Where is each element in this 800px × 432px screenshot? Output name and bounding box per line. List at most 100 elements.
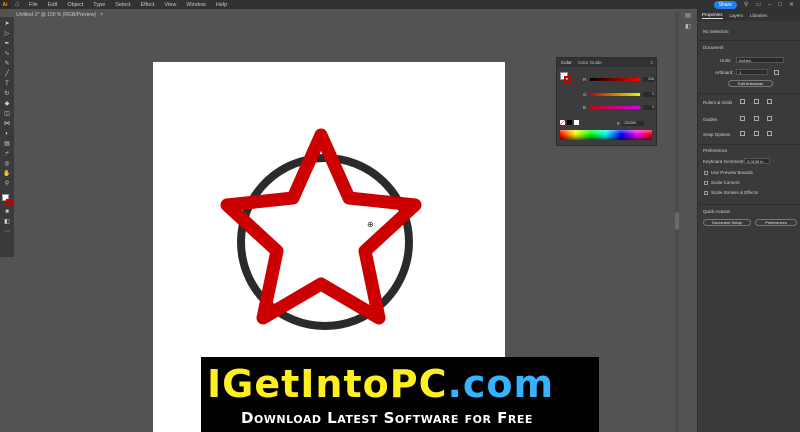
watermark-banner: IGetIntoPC.com Download Latest Software …: [201, 357, 599, 432]
more-tools-icon[interactable]: ⋯: [3, 228, 12, 236]
checkbox-box[interactable]: [704, 170, 708, 175]
snap-glyph-icon[interactable]: [767, 131, 772, 136]
menu-view[interactable]: View: [164, 2, 176, 8]
pencil-tool-icon[interactable]: ✎: [3, 60, 12, 68]
checkbox-box[interactable]: [704, 190, 708, 195]
width-tool-icon[interactable]: ⋈: [3, 120, 12, 128]
pixel-grid-icon[interactable]: [767, 99, 772, 104]
selection-tool-icon[interactable]: ➤: [3, 20, 12, 28]
zoom-tool-icon[interactable]: ⚲: [3, 180, 12, 188]
color-stroke-swatch[interactable]: [564, 76, 572, 84]
curvature-tool-icon[interactable]: ∿: [3, 50, 12, 58]
use-preview-bounds-checkbox[interactable]: Use Preview Bounds: [704, 170, 753, 175]
snap-point-icon[interactable]: [740, 131, 745, 136]
vertical-scrollbar[interactable]: [675, 12, 679, 432]
scrollbar-thumb[interactable]: [675, 212, 679, 230]
channel-b-slider[interactable]: [590, 105, 640, 109]
document-setup-button[interactable]: Document Setup: [703, 219, 751, 226]
properties-dock-icon[interactable]: ▤: [685, 12, 691, 19]
keyboard-increment-label: Keyboard Increment:: [703, 159, 745, 164]
artboard-dropdown[interactable]: 1: [736, 69, 768, 75]
hand-tool-icon[interactable]: ✋: [3, 170, 12, 178]
share-button[interactable]: Share: [713, 0, 737, 9]
artboard-options-icon[interactable]: [774, 70, 779, 75]
white-swatch[interactable]: [574, 120, 579, 125]
tab-color-guide[interactable]: Color Guide: [578, 60, 602, 65]
tab-color[interactable]: Color: [561, 60, 572, 65]
gradient-tool-icon[interactable]: ▤: [3, 140, 12, 148]
snap-pixel-icon[interactable]: [754, 131, 759, 136]
scale-tool-icon[interactable]: ◫: [3, 110, 12, 118]
brush-tool-icon[interactable]: ╱: [3, 70, 12, 78]
pen-tool-icon[interactable]: ✒: [3, 40, 12, 48]
color-spectrum[interactable]: [560, 130, 652, 140]
scale-strokes-checkbox[interactable]: Scale Strokes & Effects: [704, 190, 758, 195]
lock-guides-icon[interactable]: [754, 116, 759, 121]
edit-artboards-button[interactable]: Edit Artboards: [728, 80, 773, 87]
scale-corners-checkbox[interactable]: Scale Corners: [704, 180, 740, 185]
rotate-tool-icon[interactable]: ↻: [3, 90, 12, 98]
layers-dock-icon[interactable]: ◧: [685, 23, 691, 30]
menu-select[interactable]: Select: [115, 2, 130, 8]
channel-g-value[interactable]: 0: [643, 91, 655, 97]
grid-icon[interactable]: [754, 99, 759, 104]
smart-guides-icon[interactable]: [767, 116, 772, 121]
document-heading: Document: [703, 45, 724, 50]
units-dropdown[interactable]: Inches: [736, 57, 784, 63]
divider: [698, 93, 800, 94]
tab-layers[interactable]: Layers: [730, 13, 744, 18]
preferences-button[interactable]: Preferences: [755, 219, 797, 226]
channel-g-label: G: [583, 91, 587, 97]
no-selection-label: No Selection: [703, 29, 729, 34]
channel-r-label: R: [583, 76, 587, 82]
channel-b-value[interactable]: 0: [643, 104, 655, 110]
tab-properties[interactable]: Properties: [702, 12, 723, 19]
watermark-title: IGetIntoPC.com: [207, 363, 554, 406]
tab-libraries[interactable]: Libraries: [750, 13, 767, 18]
workspace-icon[interactable]: ▭: [755, 1, 761, 8]
home-icon[interactable]: ⌂: [10, 1, 24, 8]
draw-mode-icon[interactable]: ◧: [3, 218, 12, 226]
artboard-label: Artboard:: [715, 70, 734, 75]
maximize-icon[interactable]: □: [778, 2, 782, 8]
menu-help[interactable]: Help: [216, 2, 227, 8]
fill-stroke-swatch[interactable]: [1, 194, 13, 206]
hex-field: # CE0000: [617, 121, 644, 126]
watermark-domain: .com: [447, 362, 555, 406]
channel-g-slider[interactable]: [590, 92, 640, 96]
keyboard-increment-input[interactable]: 0.0139 in: [744, 158, 770, 164]
menu-effect[interactable]: Effect: [141, 2, 155, 8]
color-panel: Color Color Guide ≡ R 206 G 0 B 0 # CE00…: [556, 57, 657, 146]
panel-menu-icon[interactable]: ≡: [650, 60, 653, 65]
watermark-brand: IGetIntoPC: [207, 362, 448, 406]
menu-file[interactable]: File: [29, 2, 38, 8]
menu-type[interactable]: Type: [93, 2, 105, 8]
hex-input[interactable]: CE0000: [621, 121, 644, 126]
shape-builder-tool-icon[interactable]: ◐: [3, 130, 12, 138]
menu-object[interactable]: Object: [67, 2, 83, 8]
color-mode-icon[interactable]: ■: [3, 208, 12, 216]
menu-window[interactable]: Window: [186, 2, 206, 8]
watermark-tagline: Download Latest Software for Free: [241, 409, 533, 427]
checkbox-box[interactable]: [704, 180, 708, 185]
eyedropper-tool-icon[interactable]: ⌿: [3, 150, 12, 158]
direct-selection-tool-icon[interactable]: ▷: [3, 30, 12, 38]
stroke-swatch[interactable]: [5, 199, 13, 206]
rulers-icon[interactable]: [740, 99, 745, 104]
channel-r-slider[interactable]: [590, 77, 640, 81]
black-swatch[interactable]: [567, 120, 572, 125]
menu-edit[interactable]: Edit: [48, 2, 57, 8]
show-guides-icon[interactable]: [740, 116, 745, 121]
none-swatch[interactable]: [560, 120, 565, 125]
quick-actions-heading: Quick Actions: [703, 209, 731, 214]
minimize-icon[interactable]: –: [768, 2, 771, 8]
document-tab[interactable]: Untitled-1* @ 100 % (RGB/Preview) ×: [16, 12, 103, 18]
document-tab-close-icon[interactable]: ×: [100, 12, 103, 18]
quick-swatches: [560, 120, 579, 125]
blend-tool-icon[interactable]: ◎: [3, 160, 12, 168]
eraser-tool-icon[interactable]: ◆: [3, 100, 12, 108]
search-icon[interactable]: ⚲: [744, 1, 748, 8]
close-window-icon[interactable]: ✕: [789, 1, 794, 8]
type-tool-icon[interactable]: T: [3, 80, 12, 88]
channel-r-value[interactable]: 206: [643, 76, 655, 82]
